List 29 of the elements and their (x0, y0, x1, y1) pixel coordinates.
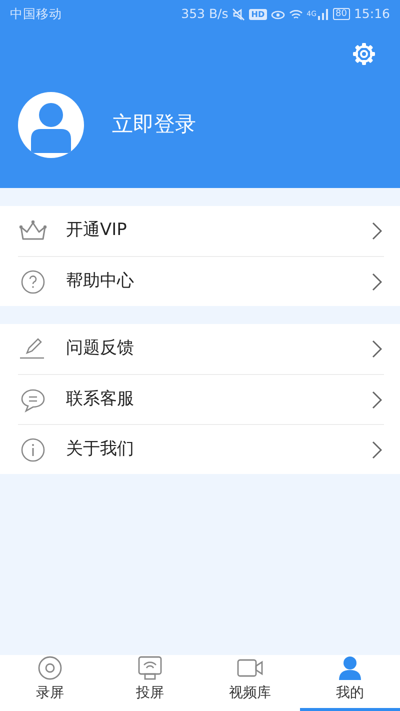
menu-label: 关于我们 (66, 438, 135, 461)
menu-item[interactable]: 开通VIP (0, 206, 400, 256)
chevron-right-icon (370, 440, 384, 460)
menu-item[interactable]: 帮助中心 (0, 256, 400, 306)
chevron-right-icon (370, 339, 384, 359)
wifi-icon (288, 8, 303, 20)
chevron-right-icon (370, 272, 384, 292)
mute-icon (232, 8, 246, 20)
settings-icon[interactable] (352, 42, 376, 66)
chevron-right-icon (370, 390, 384, 410)
battery-level: 80 (332, 8, 350, 20)
cast-screen-icon (136, 655, 164, 681)
menu-label: 联系客服 (66, 388, 135, 411)
record-icon (36, 655, 64, 681)
menu-label: 开通VIP (66, 219, 128, 242)
signal-icon (316, 8, 329, 20)
menu-label: 问题反馈 (66, 337, 135, 360)
menu-item[interactable]: 关于我们 (0, 424, 400, 474)
hd-badge: HD (249, 8, 267, 20)
person-icon (336, 655, 364, 681)
menu-item[interactable]: 联系客服 (0, 374, 400, 424)
tab[interactable]: 我的 (300, 655, 400, 711)
menu-item[interactable]: 问题反馈 (0, 324, 400, 374)
chevron-right-icon (370, 221, 384, 241)
menu-label: 帮助中心 (66, 270, 135, 293)
eye-icon (270, 8, 285, 20)
network-speed: 353 B/s (181, 4, 228, 23)
carrier-name: 中国移动 (10, 4, 62, 23)
clock: 15:16 (354, 4, 390, 23)
